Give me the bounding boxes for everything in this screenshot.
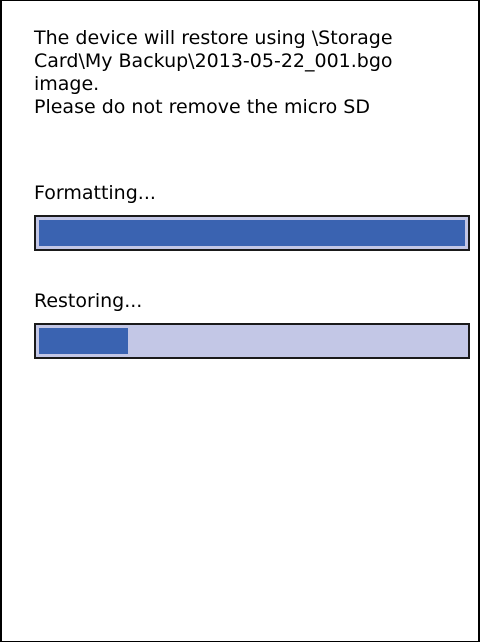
- restoring-label: Restoring...: [34, 290, 143, 312]
- message-line-4: Please do not remove the micro SD: [34, 96, 370, 118]
- formatting-progress-fill: [39, 220, 465, 246]
- restore-dialog: The device will restore using \Storage C…: [0, 0, 480, 642]
- formatting-label: Formatting...: [34, 182, 156, 204]
- restore-message: The device will restore using \Storage C…: [34, 27, 470, 119]
- formatting-progress-bar: [34, 215, 470, 251]
- message-line-2: Card\My Backup\2013-05-22_001.bgo: [34, 50, 393, 72]
- restoring-progress-fill: [39, 328, 128, 354]
- message-line-1: The device will restore using \Storage: [34, 27, 393, 49]
- restoring-progress-bar: [34, 323, 470, 359]
- message-line-3: image.: [34, 73, 100, 95]
